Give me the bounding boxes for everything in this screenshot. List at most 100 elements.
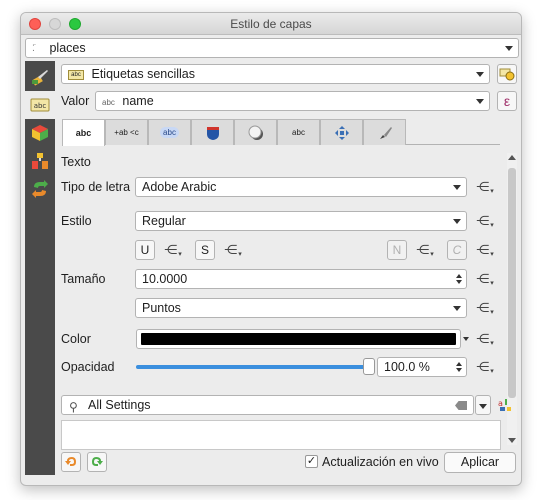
tab-placement[interactable] <box>320 119 363 145</box>
opacity-spinbox[interactable]: 100.0 % <box>377 357 467 377</box>
formatting-icon: +ab <c <box>114 127 139 137</box>
color-data-defined-button[interactable]: ⋲ ▾ <box>473 329 497 349</box>
chevron-down-icon <box>505 46 513 51</box>
label-abc-icon: abc <box>68 69 84 80</box>
layer-selector[interactable]: ⁚˙ places <box>25 38 519 58</box>
rendering-brush-icon <box>379 126 392 139</box>
chevron-down-icon: ▾ <box>490 222 494 229</box>
svg-text:abc: abc <box>34 102 47 110</box>
tab-background[interactable] <box>191 119 234 145</box>
epsilon-icon: ε <box>503 93 511 109</box>
data-defined-icon: ⋲ <box>476 300 490 315</box>
tab-callouts[interactable]: abc <box>277 119 320 145</box>
chevron-down-icon: ▾ <box>490 309 494 316</box>
size-data-defined-button[interactable]: ⋲ ▾ <box>473 269 497 289</box>
strikeout-data-defined-button[interactable]: ⋲ ▾ <box>221 240 245 260</box>
underline-data-defined-button[interactable]: ⋲ ▾ <box>161 240 185 260</box>
expression-button[interactable]: ε <box>497 91 517 111</box>
search-filter-dropdown[interactable] <box>475 395 491 415</box>
apply-button[interactable]: Aplicar <box>444 452 516 473</box>
label-preview <box>61 420 501 450</box>
live-update-checkbox[interactable]: ✓ <box>305 455 318 468</box>
style-data-defined-button[interactable]: ⋲ ▾ <box>473 211 497 231</box>
background-shield-icon <box>206 126 219 140</box>
opacity-data-defined-button[interactable]: ⋲ ▾ <box>473 357 497 377</box>
style-sidebar: abc <box>25 61 55 475</box>
data-defined-icon: ⋲ <box>476 271 490 286</box>
scroll-thumb[interactable] <box>508 168 516 398</box>
search-value: All Settings <box>88 398 151 412</box>
data-defined-icon: ⋲ <box>416 242 430 257</box>
placement-arrows-icon <box>334 125 349 140</box>
paintbrush-icon <box>32 70 48 86</box>
bold-button[interactable]: N <box>387 240 407 260</box>
color-picker-button[interactable] <box>136 329 461 349</box>
chevron-down-icon <box>453 185 461 190</box>
chevron-down-icon <box>476 99 484 104</box>
sidebar-item-3d[interactable] <box>25 119 55 147</box>
italic-data-defined-button[interactable]: ⋲ ▾ <box>473 240 497 260</box>
settings-filter-button[interactable]: a <box>495 395 515 415</box>
chevron-down-icon: ▾ <box>178 251 182 258</box>
strikeout-button[interactable]: S <box>195 240 215 260</box>
color-menu-button[interactable] <box>462 329 471 349</box>
data-defined-icon: ⋲ <box>476 359 490 374</box>
chevron-down-icon <box>476 72 484 77</box>
tab-buffer[interactable]: abc <box>148 119 191 145</box>
settings-search-input[interactable]: ⚲ All Settings <box>61 395 474 415</box>
label-settings-icon <box>499 68 515 81</box>
italic-button[interactable]: C <box>447 240 467 260</box>
unit-data-defined-button[interactable]: ⋲ ▾ <box>473 298 497 318</box>
shadow-icon <box>248 125 263 140</box>
color-label: Color <box>61 332 91 346</box>
redo-icon <box>92 457 103 466</box>
decrement-icon[interactable] <box>456 368 462 372</box>
chevron-down-icon: ▾ <box>490 340 494 347</box>
size-unit-select[interactable]: Puntos <box>135 298 467 318</box>
opacity-slider-track[interactable] <box>136 365 370 369</box>
rule-settings-button[interactable] <box>497 64 517 84</box>
chevron-down-icon: ▾ <box>430 251 434 258</box>
title-bar: Estilo de capas <box>21 13 521 35</box>
chevron-down-icon: ▾ <box>490 368 494 375</box>
opacity-value: 100.0 % <box>384 360 430 374</box>
bold-data-defined-button[interactable]: ⋲ ▾ <box>413 240 437 260</box>
font-family-select[interactable]: Adobe Arabic <box>135 177 467 197</box>
sidebar-item-diagrams[interactable] <box>25 147 55 175</box>
redo-button[interactable] <box>87 452 107 472</box>
size-spinbox[interactable]: 10.0000 <box>135 269 467 289</box>
tab-shadow[interactable] <box>234 119 277 145</box>
data-defined-icon: ⋲ <box>476 179 490 194</box>
data-defined-icon: ⋲ <box>164 242 178 257</box>
chevron-down-icon: ▾ <box>490 280 494 287</box>
renderer-selector[interactable]: abc Etiquetas sencillas <box>61 64 490 84</box>
clear-icon[interactable] <box>455 401 467 410</box>
size-label: Tamaño <box>61 272 106 286</box>
chevron-down-icon <box>479 404 487 409</box>
chevron-down-icon: ▾ <box>238 251 242 258</box>
font-family-value: Adobe Arabic <box>142 180 217 194</box>
decrement-icon[interactable] <box>456 280 462 284</box>
font-style-select[interactable]: Regular <box>135 211 467 231</box>
value-field-selector[interactable]: abc name <box>95 91 490 111</box>
tab-rendering[interactable] <box>363 119 406 145</box>
underline-button[interactable]: U <box>135 240 155 260</box>
font-data-defined-button[interactable]: ⋲ ▾ <box>473 177 497 197</box>
undo-icon <box>65 457 76 466</box>
increment-icon[interactable] <box>456 362 462 366</box>
tab-text[interactable]: abc <box>62 119 105 146</box>
data-defined-icon: ⋲ <box>224 242 238 257</box>
window-title: Estilo de capas <box>230 17 312 31</box>
opacity-label: Opacidad <box>61 360 115 374</box>
tab-formatting[interactable]: +ab <c <box>105 119 148 145</box>
renderer-name: Etiquetas sencillas <box>91 67 196 81</box>
sidebar-item-symbology[interactable] <box>25 63 55 91</box>
undo-button[interactable] <box>61 452 81 472</box>
scroll-up-icon[interactable] <box>508 155 516 160</box>
increment-icon[interactable] <box>456 274 462 278</box>
sidebar-item-history[interactable] <box>25 175 55 203</box>
style-label: Estilo <box>61 214 92 228</box>
sidebar-item-labels[interactable]: abc <box>25 91 55 119</box>
scroll-down-icon[interactable] <box>508 438 516 443</box>
opacity-slider-handle[interactable] <box>363 358 375 375</box>
